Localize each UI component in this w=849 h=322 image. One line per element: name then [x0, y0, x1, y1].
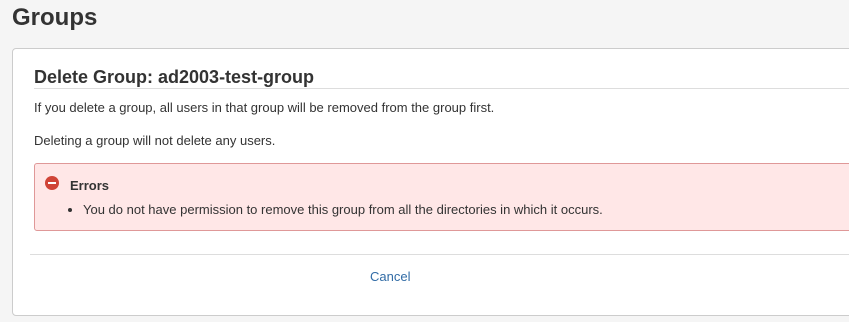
- actions-divider: [30, 254, 849, 255]
- title-divider: [34, 88, 849, 89]
- description-text-1: If you delete a group, all users in that…: [34, 100, 495, 115]
- error-list: You do not have permission to remove thi…: [83, 202, 603, 218]
- dialog-title: Delete Group: ad2003-test-group: [34, 67, 315, 87]
- delete-group-panel: Delete Group: ad2003-test-group If you d…: [12, 48, 849, 316]
- cancel-link[interactable]: Cancel: [370, 269, 410, 285]
- error-item: You do not have permission to remove thi…: [83, 202, 603, 218]
- error-message-box: Errors You do not have permission to rem…: [34, 163, 849, 231]
- page-title: Groups: [12, 4, 98, 31]
- error-icon: [45, 176, 59, 190]
- error-title: Errors: [70, 178, 110, 193]
- description-text-2: Deleting a group will not delete any use…: [34, 133, 276, 148]
